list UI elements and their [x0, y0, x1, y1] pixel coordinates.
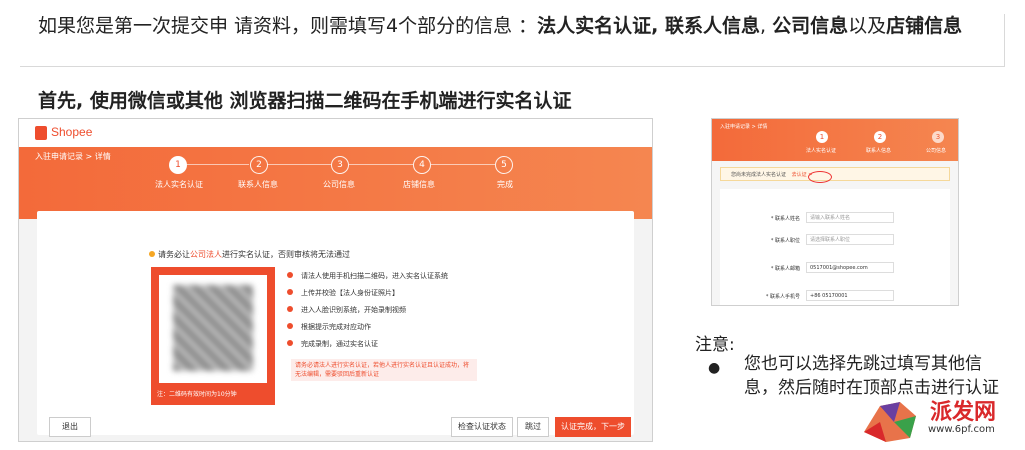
contact-position-select[interactable]: 请选择联系人职位	[806, 234, 894, 245]
warning-dot-icon	[149, 251, 155, 257]
step-1-label: 法人实名认证	[155, 180, 203, 189]
contact-name-input[interactable]: 请输入联系人姓名	[806, 212, 894, 223]
intro-mid: 以及	[848, 15, 887, 37]
contact-email-input[interactable]: 0517001@shopee.com	[806, 262, 894, 273]
instruction-list: 请法人使用手机扫描二维码，进入实名认证系统 上传并校验【法人身份证照片】 进入人…	[287, 271, 467, 356]
skip-button[interactable]: 跳过	[517, 417, 549, 437]
step-3-label: 公司信息	[926, 148, 947, 154]
contact-phone-input[interactable]: +86 05170001	[806, 290, 894, 301]
contact-form: * 联系人姓名 请输入联系人姓名 * 联系人职位 请选择联系人职位 * 联系人邮…	[720, 189, 950, 305]
step-1-circle: 1	[816, 131, 828, 143]
breadcrumb[interactable]: 入驻申请记录 > 详情	[720, 123, 767, 130]
highlight-circle	[808, 171, 832, 183]
notice-pre: 请务必让	[158, 250, 190, 259]
intro-prefix: 如果您是第一次提交申 请资料，则需填写4个部分的信息 ：	[38, 15, 538, 37]
contact-form-screenshot: 入驻申请记录 > 详情 1 法人实名认证 2 联系人信息 3 公司信息 您尚未完…	[711, 118, 959, 306]
intro-part-contact: 联系人信息	[658, 15, 761, 37]
intro-part-company: 公司信息	[772, 15, 849, 37]
notice-text: 请务必让公司法人进行实名认证，否则审核将无法通过	[149, 249, 350, 260]
step-1-circle: 1	[169, 156, 187, 174]
instruction-item: 完成录制，通过实名认证	[287, 339, 467, 356]
top-bar: Shopee	[19, 119, 652, 148]
instruction-item: 上传并校验【法人身份证照片】	[287, 288, 467, 305]
exit-button[interactable]: 退出	[49, 417, 91, 437]
divider	[20, 66, 1005, 67]
watermark-brand: 派发网	[930, 399, 997, 425]
watermark-url: www.6pf.com	[928, 424, 995, 435]
intro-part-legal: 法人实名认证,	[537, 15, 659, 37]
qr-note: 注：二维码有效时间为10分钟	[157, 391, 237, 398]
qr-code-area	[159, 275, 267, 383]
progress-banner: 入驻申请记录 > 详情 1 法人实名认证 2 联系人信息 3 公司信息	[712, 119, 958, 161]
instruction-item: 根据提示完成对应动作	[287, 322, 467, 339]
qr-panel: 注：二维码有效时间为10分钟	[151, 267, 275, 405]
intro-text: 如果您是第一次提交申 请资料，则需填写4个部分的信息 ：法人实名认证, 联系人信…	[38, 14, 998, 38]
instruction-item: 请法人使用手机扫描二维码，进入实名认证系统	[287, 271, 467, 288]
step-connector	[267, 164, 331, 165]
field-label: * 联系人姓名	[770, 216, 800, 222]
notice-post: 进行实名认证，否则审核将无法通过	[222, 250, 350, 259]
intro-sep: ,	[760, 15, 773, 37]
step-2-circle: 2	[250, 156, 268, 174]
alert-text: 您尚未完成法人实名认证	[731, 172, 787, 178]
field-label: * 联系人邮箱	[770, 266, 800, 272]
step-3-circle: 3	[331, 156, 349, 174]
field-label: * 联系人手机号	[765, 294, 800, 300]
verification-alert: 您尚未完成法人实名认证 去认证 >	[720, 167, 950, 181]
step-3-circle: 3	[932, 131, 944, 143]
divider-vertical	[1004, 14, 1005, 66]
instruction-item: 进入人脸识别系统，开始录制视频	[287, 305, 467, 322]
step-connector	[349, 164, 413, 165]
step-4-label: 店铺信息	[403, 180, 435, 189]
shopee-logo-icon	[35, 126, 47, 140]
verification-card: 请务必让公司法人进行实名认证，否则审核将无法通过 注：二维码有效时间为10分钟 …	[37, 211, 634, 435]
logo-text: Shopee	[51, 125, 93, 139]
step-5-circle: 5	[495, 156, 513, 174]
step-1-label: 法人实名认证	[806, 148, 837, 154]
notice-link[interactable]: 公司法人	[190, 250, 222, 259]
main-screenshot: Shopee 入驻申请记录 > 详情 1 法人实名认证 2 联系人信息 3 公司…	[18, 118, 653, 442]
section-heading: 首先, 使用微信或其他 浏览器扫描二维码在手机端进行实名认证	[38, 90, 572, 112]
intro-part-shop: 店铺信息	[886, 15, 963, 37]
note-title: 注意:	[695, 335, 735, 355]
step-2-label: 联系人信息	[866, 148, 892, 154]
step-connector	[431, 164, 495, 165]
qr-code-icon	[173, 285, 253, 371]
step-connector	[185, 164, 249, 165]
next-button[interactable]: 认证完成，下一步	[555, 417, 631, 437]
warning-box: 请务必请法人进行实名认证，若他人进行实名认证且认证成功，将无法编辑，需要驳回后重…	[291, 359, 477, 381]
step-2-label: 联系人信息	[238, 180, 278, 189]
bullet-icon: ●	[708, 360, 721, 376]
breadcrumb[interactable]: 入驻申请记录 > 详情	[35, 151, 111, 162]
progress-banner: 入驻申请记录 > 详情 1 法人实名认证 2 联系人信息 3 公司信息 4 店铺…	[19, 147, 652, 219]
step-4-circle: 4	[413, 156, 431, 174]
step-5-label: 完成	[497, 180, 513, 189]
step-2-circle: 2	[874, 131, 886, 143]
step-3-label: 公司信息	[323, 180, 355, 189]
check-status-button[interactable]: 检查认证状态	[451, 417, 513, 437]
field-label: * 联系人职位	[770, 238, 800, 244]
